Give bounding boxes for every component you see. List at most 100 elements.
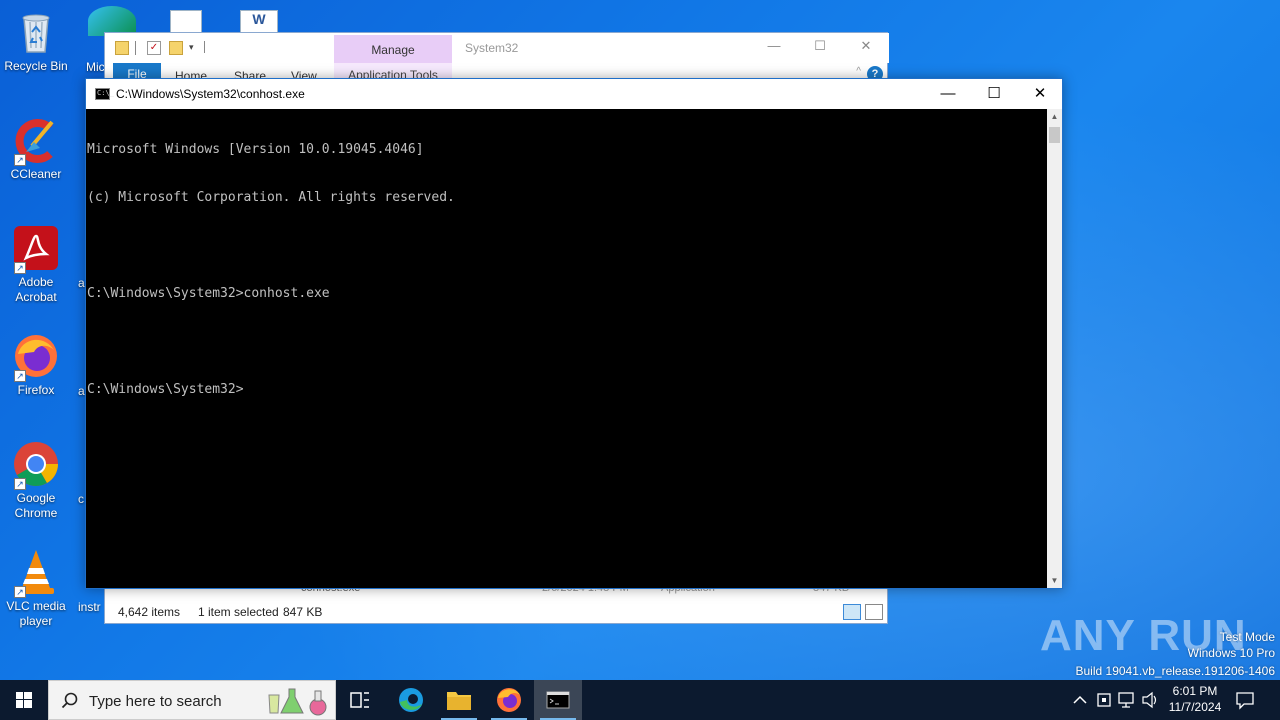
status-item-count: 4,642 items <box>118 605 181 619</box>
taskbar-clock[interactable]: 6:01 PM 11/7/2024 <box>1162 683 1228 715</box>
desktop-icon-google-chrome[interactable]: ↗ Google Chrome <box>0 440 72 521</box>
shortcut-arrow-icon: ↗ <box>14 586 26 598</box>
details-view-button[interactable] <box>843 604 861 620</box>
ccleaner-icon: ↗ <box>12 116 60 166</box>
console-title: C:\Windows\System32\conhost.exe <box>116 87 305 101</box>
search-highlight-flasks-icon <box>268 688 327 716</box>
task-view-button[interactable] <box>336 680 384 720</box>
tray-volume[interactable] <box>1140 680 1160 720</box>
security-icon <box>1097 693 1111 707</box>
console-window[interactable]: C:\_ C:\Windows\System32\conhost.exe — ☐… <box>85 78 1063 589</box>
close-button[interactable]: ✕ <box>843 38 889 58</box>
desktop-icon-adobe-acrobat[interactable]: ↗ Adobe Acrobat <box>0 224 72 305</box>
divider <box>135 41 136 55</box>
status-bar: 4,642 items 1 item selected 847 KB <box>105 601 889 623</box>
shortcut-arrow-icon: ↗ <box>14 154 26 166</box>
desktop-label-partial: instr <box>78 600 101 614</box>
desktop-icon-firefox[interactable]: ↗ Firefox <box>0 332 72 398</box>
tray-defender[interactable] <box>1094 680 1114 720</box>
task-view-icon <box>350 692 369 708</box>
recycle-bin-icon <box>12 8 60 56</box>
taskbar-file-explorer[interactable] <box>435 680 483 720</box>
desktop-icon-label: Firefox <box>17 383 55 397</box>
desktop-icon-label: VLC media player <box>6 599 66 628</box>
desktop-icon-word-partial[interactable]: W <box>240 10 278 34</box>
divider <box>204 41 205 53</box>
windows-logo-icon <box>16 692 32 708</box>
taskbar-console[interactable] <box>534 680 582 720</box>
watermark-build: Build 19041.vb_release.191206-1406 <box>1075 664 1276 678</box>
desktop-icon-label: Google Chrome <box>14 491 58 520</box>
shortcut-arrow-icon: ↗ <box>14 370 26 382</box>
watermark-edition: Windows 10 Pro <box>1187 646 1275 660</box>
desktop-icon-label: Adobe Acrobat <box>15 275 57 304</box>
firefox-icon <box>497 688 521 712</box>
status-size: 847 KB <box>283 605 323 619</box>
desktop-label-partial: a <box>78 384 85 398</box>
customize-qat-icon[interactable]: ▾ <box>189 42 194 53</box>
console-titlebar[interactable]: C:\_ C:\Windows\System32\conhost.exe — ☐… <box>86 79 1062 109</box>
clock-date: 11/7/2024 <box>1168 700 1222 714</box>
maximize-button[interactable]: ☐ <box>797 38 843 58</box>
chrome-icon: ↗ <box>12 440 60 490</box>
tab-manage[interactable]: Manage <box>334 35 452 63</box>
console-app-icon: C:\_ <box>95 88 114 100</box>
ribbon-tabs: File Home Share View <box>105 63 889 83</box>
desktop-label-partial: c <box>78 492 84 506</box>
notification-icon <box>1236 692 1254 710</box>
collapse-ribbon-icon[interactable]: ^ <box>856 66 861 77</box>
vlc-icon: ↗ <box>12 548 60 598</box>
taskbar-search-box[interactable]: Type here to search <box>48 680 336 720</box>
properties-icon[interactable]: ✓ <box>147 41 161 55</box>
search-icon <box>61 692 78 709</box>
desktop-icon-ccleaner[interactable]: ↗ CCleaner <box>0 116 72 182</box>
network-icon <box>1118 692 1134 708</box>
window-title: System32 <box>465 41 519 55</box>
desktop-icon-label: CCleaner <box>10 167 62 181</box>
console-line: C:\Windows\System32>conhost.exe <box>87 286 330 301</box>
desktop-icon-document-partial[interactable] <box>170 10 202 34</box>
search-placeholder: Type here to search <box>89 693 222 710</box>
speaker-icon <box>1142 691 1157 709</box>
console-close-button[interactable]: ✕ <box>1017 79 1063 109</box>
firefox-icon: ↗ <box>12 332 60 382</box>
desktop-icon-vlc[interactable]: ↗ VLC media player <box>0 548 72 629</box>
console-prompt-line: C:\Windows\System32> <box>87 382 244 397</box>
folder-icon[interactable] <box>115 41 129 55</box>
notification-center-button[interactable] <box>1235 690 1255 710</box>
console-output[interactable]: Microsoft Windows [Version 10.0.19045.40… <box>86 109 1047 588</box>
console-line: Microsoft Windows [Version 10.0.19045.40… <box>87 142 424 157</box>
console-icon <box>546 691 570 709</box>
desktop-label-partial: a <box>78 276 85 290</box>
console-minimize-button[interactable]: — <box>925 79 971 109</box>
taskbar-firefox[interactable] <box>485 680 533 720</box>
desktop-icon-label: Recycle Bin <box>4 59 68 73</box>
tab-file[interactable]: File <box>113 63 161 79</box>
large-icons-view-button[interactable] <box>865 604 883 620</box>
clock-time: 6:01 PM <box>1172 684 1218 698</box>
taskbar: Type here to search 6:01 PM 11/7/2024 <box>0 680 1280 720</box>
start-button[interactable] <box>0 680 48 720</box>
shortcut-arrow-icon: ↗ <box>14 262 26 274</box>
chevron-up-icon <box>1073 695 1087 704</box>
folder-icon <box>447 692 471 710</box>
show-hidden-icons-button[interactable] <box>1070 680 1090 720</box>
shortcut-arrow-icon: ↗ <box>14 478 26 490</box>
desktop-icon-recycle-bin[interactable]: Recycle Bin <box>0 8 72 74</box>
console-scrollbar[interactable]: ▲ ▼ <box>1047 109 1062 588</box>
new-folder-icon[interactable] <box>169 41 183 55</box>
taskbar-edge[interactable] <box>387 680 435 720</box>
scroll-up-arrow-icon[interactable]: ▲ <box>1047 109 1062 124</box>
status-selected: 1 item selected <box>198 605 279 619</box>
watermark-test-mode: Test Mode <box>1219 630 1275 644</box>
adobe-acrobat-icon: ↗ <box>12 224 60 274</box>
desktop-label-partial: Mic <box>86 60 105 74</box>
scroll-thumb[interactable] <box>1049 127 1060 143</box>
tray-network[interactable] <box>1117 680 1137 720</box>
scroll-down-arrow-icon[interactable]: ▼ <box>1047 573 1062 588</box>
console-maximize-button[interactable]: ☐ <box>971 79 1017 109</box>
console-line: (c) Microsoft Corporation. All rights re… <box>87 190 455 205</box>
minimize-button[interactable]: — <box>751 38 797 58</box>
